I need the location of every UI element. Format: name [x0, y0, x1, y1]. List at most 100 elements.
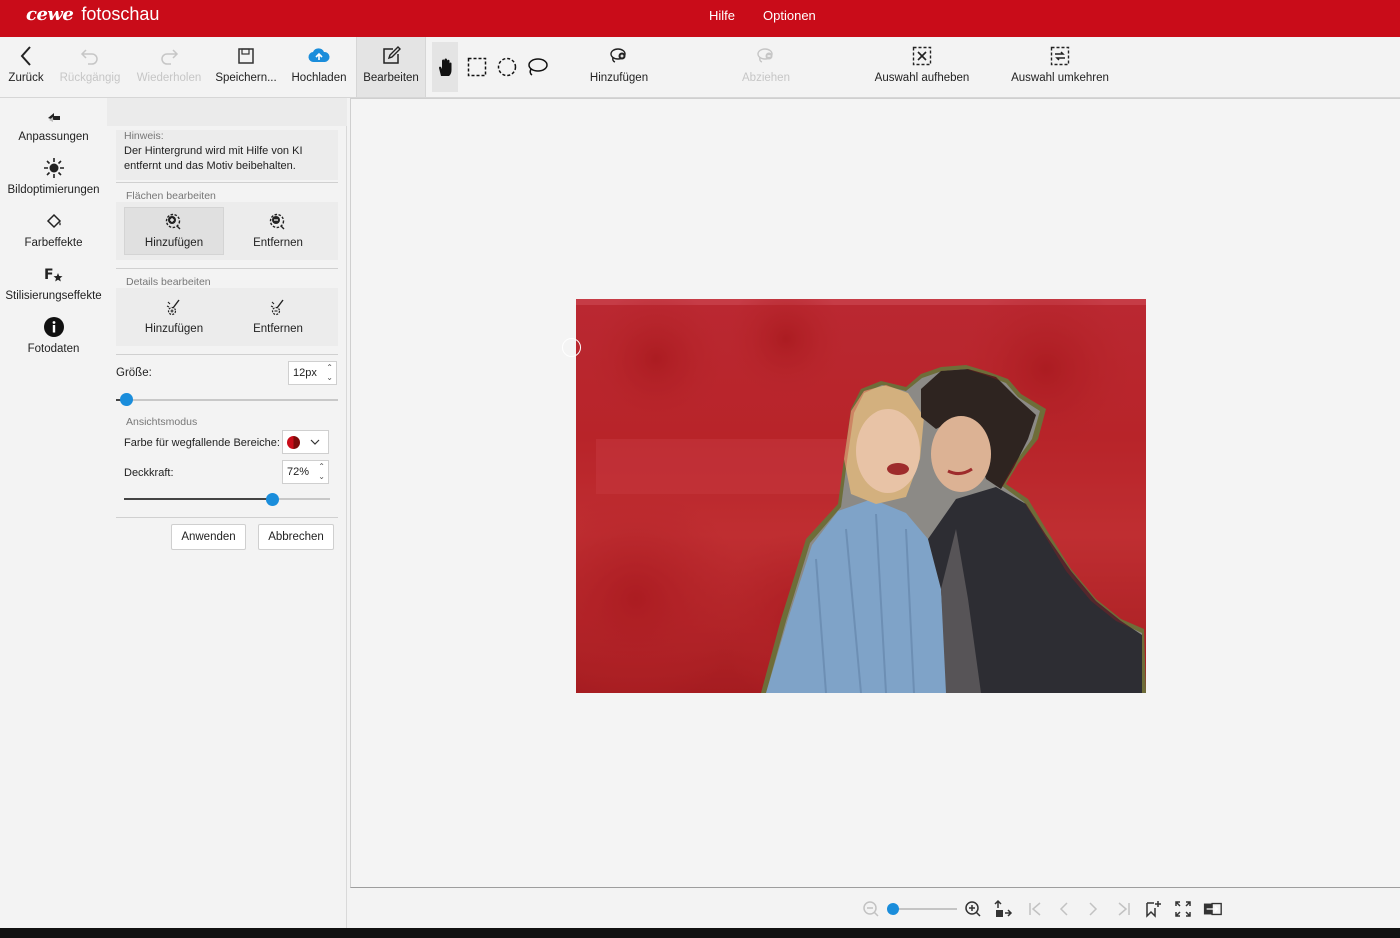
- hint-text-line2: entfernt und das Motiv beibehalten.: [124, 160, 296, 172]
- photo-image: [576, 299, 1146, 693]
- rectangle-select-tool[interactable]: [466, 55, 488, 79]
- size-slider-track[interactable]: [116, 399, 338, 401]
- redo-button[interactable]: Wiederholen: [134, 37, 204, 97]
- upload-label: Hochladen: [291, 72, 347, 84]
- menu-options[interactable]: Optionen: [763, 8, 816, 23]
- rail-item-stylization[interactable]: F Stilisierungseffekte: [0, 263, 107, 302]
- clear-selection-icon: [912, 45, 932, 67]
- ellipse-select-tool[interactable]: [496, 55, 518, 79]
- panel-header: [107, 98, 347, 126]
- opacity-input[interactable]: 72% ⌃ ⌄: [282, 460, 329, 484]
- details-add-label: Hinzufügen: [144, 323, 204, 335]
- fx-icon: F: [43, 263, 65, 285]
- rail-label-adjustments: Anpassungen: [18, 131, 89, 143]
- save-button[interactable]: Speichern...: [214, 37, 278, 97]
- size-slider-thumb[interactable]: [120, 393, 133, 406]
- color-swatch: [287, 435, 300, 449]
- size-stepper[interactable]: ⌃ ⌄: [326, 363, 333, 383]
- undo-label: Rückgängig: [59, 72, 121, 84]
- save-label: Speichern...: [215, 72, 277, 84]
- rail-item-color-effects[interactable]: Farbeffekte: [0, 210, 107, 249]
- details-remove-button[interactable]: Entfernen: [228, 293, 328, 341]
- rail-item-photo-data[interactable]: Fotodaten: [0, 316, 107, 355]
- invert-selection-label: Auswahl umkehren: [1011, 72, 1109, 84]
- upload-button[interactable]: Hochladen: [290, 37, 348, 97]
- rail-label-stylization: Stilisierungseffekte: [5, 290, 102, 302]
- next-button[interactable]: [1083, 899, 1103, 919]
- hand-icon: [439, 58, 452, 76]
- subtract-selection-label: Abziehen: [742, 72, 790, 84]
- rail-label-image-optimization: Bildoptimierungen: [7, 184, 100, 196]
- hand-tool[interactable]: [432, 42, 458, 92]
- area-add-icon: [164, 213, 184, 231]
- cloud-upload-icon: [308, 45, 330, 67]
- bookmark-add-icon: [1146, 901, 1161, 918]
- areas-remove-label: Entfernen: [253, 237, 303, 249]
- zoom-slider-thumb[interactable]: [887, 903, 899, 915]
- size-value: 12px: [293, 367, 317, 379]
- title-bar: cewe fotoschau Hilfe Optionen: [0, 0, 1400, 37]
- last-page-button[interactable]: [1114, 899, 1134, 919]
- areas-add-label: Hinzufügen: [144, 237, 204, 249]
- fit-button[interactable]: [993, 899, 1013, 919]
- fullscreen-icon: [1175, 901, 1191, 917]
- compare-button[interactable]: [1203, 899, 1223, 919]
- adjustments-icon: [44, 104, 64, 126]
- rectangle-select-icon: [467, 57, 487, 77]
- lasso-tool[interactable]: [526, 55, 548, 79]
- apply-button[interactable]: Anwenden: [171, 524, 246, 550]
- area-remove-icon: [268, 213, 288, 231]
- background-removal-panel: Hinweis: Der Hintergrund wird mit Hilfe …: [107, 98, 347, 928]
- areas-segment: Hinzufügen Entfernen: [116, 202, 338, 260]
- fullscreen-button[interactable]: [1173, 899, 1193, 919]
- last-page-icon: [1118, 902, 1130, 916]
- menu-help[interactable]: Hilfe: [709, 8, 735, 23]
- cewe-logo: cewe: [26, 4, 74, 25]
- photo-preview[interactable]: [576, 299, 1146, 693]
- areas-caption: Flächen bearbeiten: [126, 190, 216, 202]
- ellipse-select-icon: [497, 57, 517, 77]
- divider: [116, 354, 338, 355]
- details-add-button[interactable]: Hinzufügen: [124, 293, 224, 341]
- edit-button[interactable]: Bearbeiten: [356, 37, 426, 97]
- undo-button[interactable]: Rückgängig: [58, 37, 122, 97]
- info-icon: [43, 316, 65, 338]
- opacity-stepper[interactable]: ⌃ ⌄: [318, 462, 325, 482]
- size-input[interactable]: 12px ⌃ ⌄: [288, 361, 337, 385]
- redo-icon: [159, 45, 179, 67]
- app-name: fotoschau: [81, 4, 160, 24]
- cancel-button[interactable]: Abbrechen: [258, 524, 334, 550]
- zoom-in-button[interactable]: [963, 899, 983, 919]
- toolbar: Zurück Rückgängig Wiederholen Speichern.…: [0, 37, 1400, 98]
- areas-remove-button[interactable]: Entfernen: [228, 207, 328, 255]
- opacity-slider-thumb[interactable]: [266, 493, 279, 506]
- details-segment: Hinzufügen Entfernen: [116, 288, 338, 346]
- opacity-value: 72%: [287, 466, 310, 478]
- add-selection-button[interactable]: Hinzufügen: [584, 37, 654, 97]
- compare-icon: [1203, 902, 1222, 916]
- zoom-slider-track[interactable]: [895, 908, 957, 910]
- lasso-plus-icon: [609, 45, 629, 67]
- hint-box: Hinweis: Der Hintergrund wird mit Hilfe …: [116, 130, 338, 180]
- areas-add-button[interactable]: Hinzufügen: [124, 207, 224, 255]
- clear-selection-button[interactable]: Auswahl aufheben: [872, 37, 972, 97]
- invert-selection-button[interactable]: Auswahl umkehren: [1008, 37, 1112, 97]
- overlay-color-select[interactable]: [282, 430, 329, 454]
- edit-label: Bearbeiten: [363, 72, 419, 84]
- zoom-out-button[interactable]: [861, 899, 881, 919]
- rail-item-image-optimization[interactable]: Bildoptimierungen: [0, 157, 107, 196]
- lasso-icon: [528, 58, 548, 76]
- bookmark-button[interactable]: [1143, 899, 1163, 919]
- fit-to-screen-icon: [994, 899, 1013, 917]
- back-button[interactable]: Zurück: [4, 37, 48, 97]
- subtract-selection-button[interactable]: Abziehen: [734, 37, 798, 97]
- previous-button[interactable]: [1054, 899, 1074, 919]
- add-selection-label: Hinzufügen: [589, 72, 649, 84]
- taskbar-strip: [0, 928, 1400, 938]
- first-page-button[interactable]: [1025, 899, 1045, 919]
- lasso-minus-icon: [756, 45, 776, 67]
- selection-tools: [428, 41, 552, 93]
- undo-icon: [80, 45, 100, 67]
- opacity-slider-fill: [124, 498, 272, 500]
- rail-item-adjustments[interactable]: Anpassungen: [0, 104, 107, 143]
